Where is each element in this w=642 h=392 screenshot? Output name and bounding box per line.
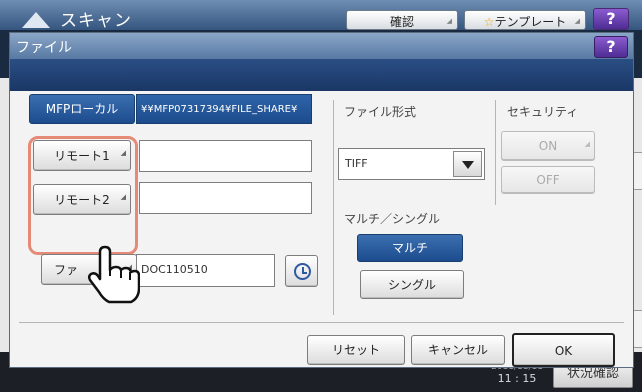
security-heading: セキュリティ	[507, 105, 579, 119]
file-format-select[interactable]: TIFF	[338, 148, 485, 180]
multi-single-heading: マルチ／シングル	[344, 212, 441, 226]
confirm-label: 確認	[389, 15, 414, 29]
ok-button[interactable]: OK	[512, 333, 615, 367]
submenu-arrow-icon: ◢	[446, 17, 452, 25]
remote1-button[interactable]: リモート1 ◢	[33, 140, 131, 171]
submenu-arrow-icon: ◢	[120, 149, 126, 157]
remote2-field[interactable]	[139, 182, 312, 214]
remote2-button[interactable]: リモート2 ◢	[33, 184, 131, 215]
template-label: テンプレート	[494, 15, 567, 29]
confirm-button[interactable]: 確認 ◢	[346, 10, 458, 30]
file-name-field[interactable]: DOC110510	[136, 254, 275, 287]
submenu-arrow-icon: ◢	[584, 140, 590, 148]
date-stamp-button[interactable]	[285, 255, 318, 287]
dialog-titlebar: ファイル ?	[10, 33, 633, 59]
reset-button[interactable]: リセット	[307, 335, 405, 365]
scan-logo-icon	[22, 12, 50, 28]
remote1-field[interactable]	[139, 140, 312, 172]
submenu-arrow-icon: ◢	[574, 17, 580, 25]
dialog-band	[10, 59, 633, 91]
remote2-label: リモート2	[54, 193, 110, 207]
dropdown-arrow-icon	[453, 151, 482, 177]
remote1-label: リモート1	[54, 149, 110, 163]
app-help-button[interactable]: ?	[593, 8, 629, 30]
mfp-local-path: ¥¥MFP07317394¥FILE_SHARE¥	[136, 94, 312, 124]
star-icon: ☆	[483, 15, 495, 29]
mfp-local-button[interactable]: MFPローカル	[29, 94, 135, 124]
single-button[interactable]: シングル	[360, 270, 464, 299]
cancel-button[interactable]: キャンセル	[411, 335, 505, 365]
security-on-label: ON	[538, 139, 558, 153]
security-on-button[interactable]: ON ◢	[501, 131, 595, 161]
pointing-hand-icon	[87, 245, 140, 304]
file-format-heading: ファイル形式	[344, 105, 417, 119]
app-title: スキャン	[60, 11, 132, 31]
footer-divider	[19, 322, 624, 323]
template-button[interactable]: ☆テンプレート ◢	[464, 10, 586, 30]
time-text: 11 : 15	[497, 372, 537, 385]
dialog-help-button[interactable]: ?	[594, 36, 628, 58]
divider	[495, 100, 496, 205]
file-name-label: ファ	[53, 263, 78, 277]
dialog-title: ファイル	[16, 40, 72, 56]
submenu-arrow-icon: ◢	[120, 193, 126, 201]
multi-button[interactable]: マルチ	[357, 234, 463, 262]
security-off-button[interactable]: OFF	[501, 166, 595, 194]
file-format-value: TIFF	[345, 157, 368, 170]
divider	[333, 100, 334, 315]
clock-icon	[294, 263, 311, 280]
